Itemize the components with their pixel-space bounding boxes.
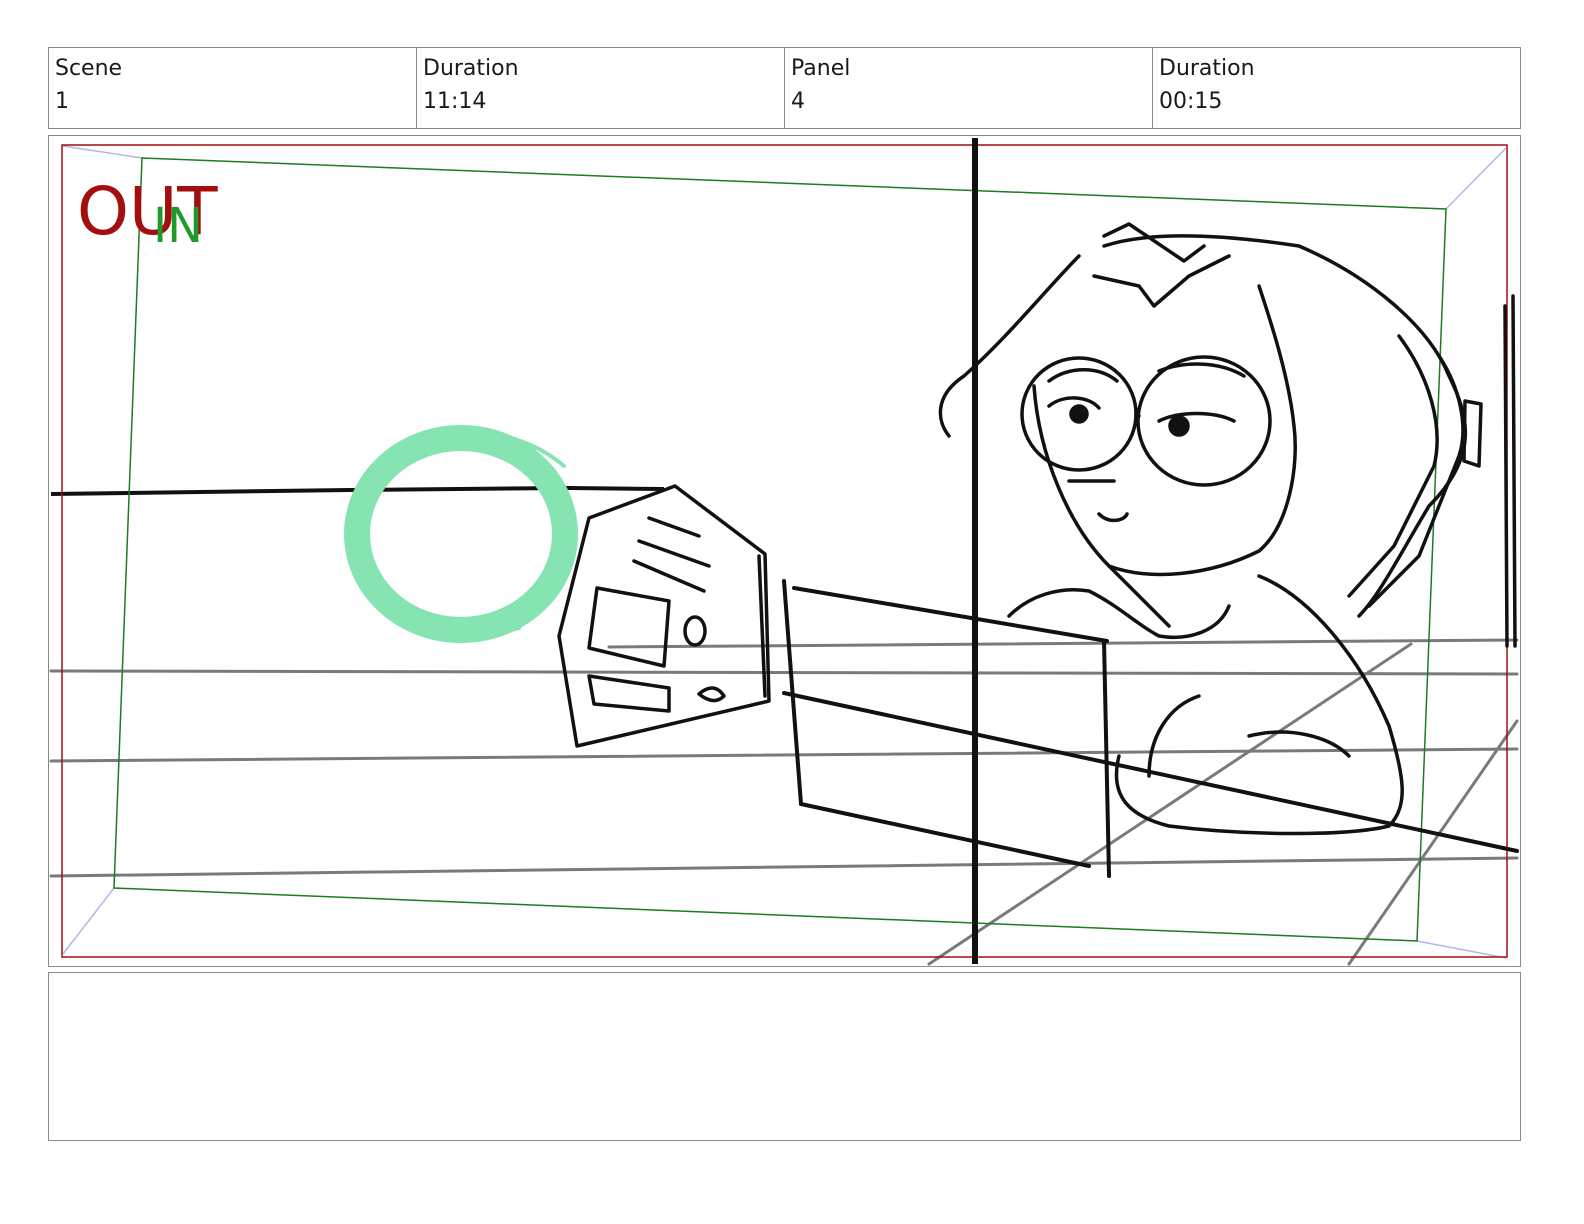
panel-duration-value: 00:15 bbox=[1159, 89, 1223, 114]
panel-duration-label: Duration bbox=[1159, 56, 1255, 81]
camera-guides bbox=[62, 145, 1507, 959]
device-sketch bbox=[557, 484, 771, 748]
guide-bottom-right bbox=[1416, 940, 1507, 959]
panel-drawing: OUT IN bbox=[49, 138, 1519, 966]
panel-notes-area[interactable] bbox=[48, 972, 1521, 1141]
scene-label: Scene bbox=[55, 56, 123, 81]
scene-duration-value: 11:14 bbox=[423, 89, 487, 114]
floor-diagonal-2 bbox=[1347, 719, 1519, 966]
storyboard-panel[interactable]: OUT IN bbox=[48, 135, 1521, 967]
in-frame bbox=[113, 157, 1447, 942]
floor-line-0 bbox=[607, 638, 1519, 649]
scene-duration-cell: Duration 11:14 bbox=[417, 48, 785, 128]
floor-diagonal-1 bbox=[927, 642, 1413, 966]
scene-value: 1 bbox=[55, 89, 69, 114]
panel-label: Panel bbox=[791, 56, 851, 81]
guide-top-left bbox=[62, 145, 143, 159]
guide-top-right bbox=[1445, 147, 1507, 210]
marker-circle bbox=[344, 425, 578, 643]
scene-cell: Scene 1 bbox=[49, 48, 417, 128]
in-frame-label: IN bbox=[153, 198, 203, 254]
panel-duration-cell: Duration 00:15 bbox=[1153, 48, 1520, 128]
panel-cell: Panel 4 bbox=[785, 48, 1153, 128]
box-sketch bbox=[782, 579, 1519, 878]
scene-duration-label: Duration bbox=[423, 56, 519, 81]
floor-line-1 bbox=[49, 669, 1519, 676]
character-sketch bbox=[938, 222, 1517, 836]
floor-line-2 bbox=[49, 747, 1519, 763]
floor-line-3 bbox=[49, 856, 1519, 878]
guide-bottom-left bbox=[62, 887, 115, 955]
panel-value: 4 bbox=[791, 89, 805, 114]
panel-info-header: Scene 1 Duration 11:14 Panel 4 Duration … bbox=[48, 47, 1521, 129]
